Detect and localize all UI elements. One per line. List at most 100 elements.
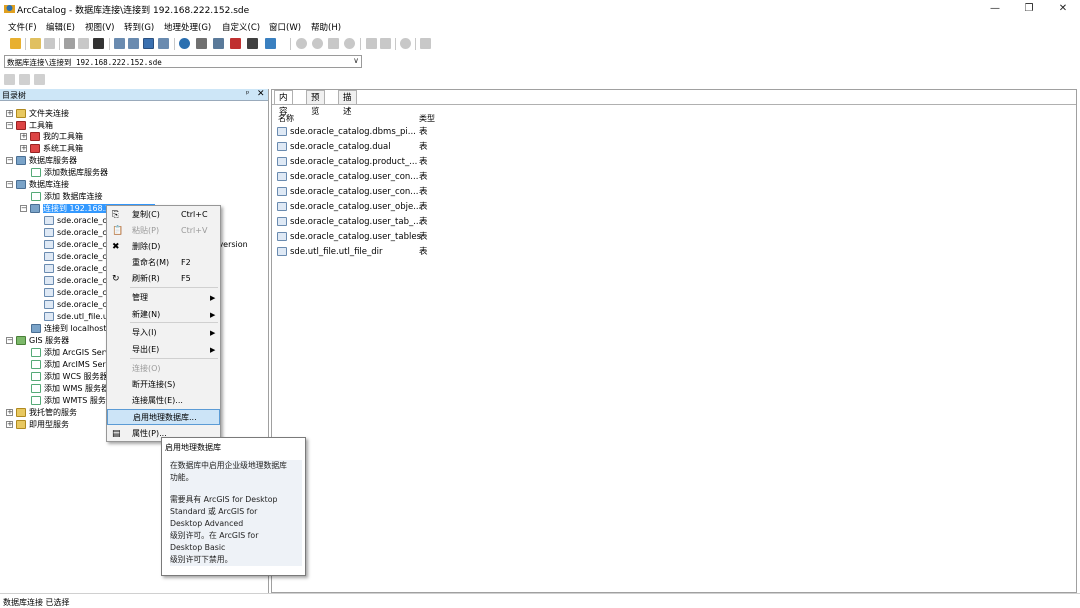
list-item[interactable]: sde.oracle_catalog.user_tab_...: [277, 215, 421, 229]
context-menu-item[interactable]: 导出(E) ▶: [107, 342, 220, 358]
context-menu-item[interactable]: 新建(N) ▶: [107, 307, 220, 323]
context-menu-item[interactable]: 重命名(M) F2: [107, 255, 220, 271]
tab-contents[interactable]: 内容: [274, 90, 293, 117]
expand-icon[interactable]: +: [20, 133, 27, 140]
list-item[interactable]: sde.oracle_catalog.user_con...: [277, 170, 418, 184]
window-title: ArcCatalog - 数据库连接\连接到 192.168.222.152.s…: [17, 6, 250, 16]
python-window-icon[interactable]: [247, 38, 258, 49]
list-item[interactable]: sde.oracle_catalog.user_obje...: [277, 200, 421, 214]
tree-item[interactable]: + 我托管的服务: [6, 407, 77, 419]
menu-customize[interactable]: 自定义(C): [222, 21, 260, 33]
menu-view[interactable]: 视图(V): [85, 21, 114, 33]
minimize-button[interactable]: —: [978, 0, 1012, 17]
context-menu-item[interactable]: 连接(O): [107, 361, 220, 377]
context-menu-label: 连接属性(E)...: [132, 396, 183, 405]
list-item[interactable]: sde.oracle_catalog.dual: [277, 140, 391, 154]
tree-item[interactable]: 添加数据库服务器: [31, 167, 108, 179]
tree-item[interactable]: 添加 ArcGIS Server: [31, 347, 118, 359]
model-builder-icon[interactable]: [265, 38, 276, 49]
collapse-icon[interactable]: −: [6, 122, 13, 129]
close-icon[interactable]: ✕: [257, 89, 265, 99]
expand-icon[interactable]: +: [6, 409, 13, 416]
pin-icon[interactable]: ᵖ: [246, 89, 249, 98]
create-thumbnail-icon[interactable]: [420, 38, 431, 49]
arctoolbox-icon[interactable]: [230, 38, 241, 49]
context-menu-item[interactable]: ↻ 刷新(R) F5: [107, 271, 220, 287]
zoom-out-icon[interactable]: [312, 38, 323, 49]
collapse-icon[interactable]: −: [6, 337, 13, 344]
chevron-down-icon[interactable]: ∨: [353, 56, 359, 65]
context-menu-item[interactable]: 断开连接(S): [107, 377, 220, 393]
tree-item[interactable]: 添加 WMS 服务器: [31, 383, 109, 395]
list-item[interactable]: sde.oracle_catalog.dbms_pi...: [277, 125, 416, 139]
edit-metadata-icon[interactable]: [19, 74, 30, 85]
tooltip-line: 在数据库中启用企业级地理数据库: [170, 461, 287, 470]
restore-button[interactable]: ❐: [1012, 0, 1046, 17]
tree-item[interactable]: + 系统工具箱: [20, 143, 83, 155]
list-item[interactable]: sde.oracle_catalog.user_con...: [277, 185, 418, 199]
tab-preview[interactable]: 预览: [306, 90, 325, 117]
tree-item[interactable]: − GIS 服务器: [6, 335, 69, 347]
collapse-icon[interactable]: −: [6, 181, 13, 188]
delete-icon[interactable]: [93, 38, 104, 49]
tree-item[interactable]: 添加 WCS 服务器: [31, 371, 108, 383]
full-extent-icon[interactable]: [344, 38, 355, 49]
context-menu-item[interactable]: ✖ 删除(D): [107, 239, 220, 255]
context-menu-item[interactable]: 📋 粘贴(P) Ctrl+V: [107, 223, 220, 239]
copy-icon[interactable]: [64, 38, 75, 49]
tree-item[interactable]: + 文件夹连接: [6, 108, 69, 120]
tree-item[interactable]: − 数据库连接: [6, 179, 69, 191]
menu-file[interactable]: 文件(F): [8, 21, 37, 33]
context-menu-item[interactable]: ⎘ 复制(C) Ctrl+C: [107, 207, 220, 223]
ready-to-use-services-icon: [16, 420, 26, 429]
collapse-icon[interactable]: −: [6, 157, 13, 164]
list-item[interactable]: sde.utl_file.utl_file_dir: [277, 245, 383, 259]
tree-item[interactable]: + 我的工具箱: [20, 131, 83, 143]
launch-arcmap-icon[interactable]: [196, 38, 207, 49]
tree-item[interactable]: + 即用型服务: [6, 419, 69, 431]
menu-edit[interactable]: 编辑(E): [46, 21, 75, 33]
paste-icon[interactable]: [78, 38, 89, 49]
column-header-name[interactable]: 名称: [278, 113, 294, 124]
metadata-icon[interactable]: [4, 74, 15, 85]
identify-icon[interactable]: [400, 38, 411, 49]
up-level-icon[interactable]: [10, 38, 21, 49]
column-header-type[interactable]: 类型: [419, 113, 435, 124]
menu-goto[interactable]: 转到(G): [124, 21, 154, 33]
collapse-icon[interactable]: −: [20, 205, 27, 212]
zoom-in-icon[interactable]: [296, 38, 307, 49]
context-menu-item[interactable]: 启用地理数据库...: [107, 409, 220, 425]
forward-icon[interactable]: [380, 38, 391, 49]
expand-icon[interactable]: +: [6, 110, 13, 117]
large-icons-icon[interactable]: [114, 38, 125, 49]
menu-help[interactable]: 帮助(H): [311, 21, 341, 33]
expand-icon[interactable]: +: [6, 421, 13, 428]
shortcut-label: F2: [181, 258, 191, 267]
pan-icon[interactable]: [328, 38, 339, 49]
location-field[interactable]: 数据库连接\连接到 192.168.222.152.sde ∨: [4, 55, 362, 68]
list-item[interactable]: sde.oracle_catalog.product_...: [277, 155, 417, 169]
tree-item[interactable]: 添加 WMTS 服务器: [31, 395, 114, 407]
expand-icon[interactable]: +: [20, 145, 27, 152]
disconnect-folder-icon[interactable]: [44, 38, 55, 49]
back-icon[interactable]: [366, 38, 377, 49]
tab-description[interactable]: 描述: [338, 90, 357, 117]
add-gis-server-icon: [31, 348, 41, 357]
search-icon[interactable]: [179, 38, 190, 49]
list-item[interactable]: sde.oracle_catalog.user_tables: [277, 230, 421, 244]
tree-item[interactable]: 添加 数据库连接: [31, 191, 103, 203]
context-menu-item[interactable]: 导入(I) ▶: [107, 325, 220, 341]
details-icon[interactable]: [143, 38, 154, 49]
context-menu-item[interactable]: 连接属性(E)...: [107, 393, 220, 409]
shortcut-label: F5: [181, 274, 191, 283]
menu-geoprocessing[interactable]: 地理处理(G): [164, 21, 211, 33]
catalog-window-icon[interactable]: [213, 38, 224, 49]
connect-folder-icon[interactable]: [30, 38, 41, 49]
list-icon[interactable]: [128, 38, 139, 49]
tree-item[interactable]: − 数据库服务器: [6, 155, 77, 167]
menu-window[interactable]: 窗口(W): [269, 21, 301, 33]
thumbnails-icon[interactable]: [158, 38, 169, 49]
context-menu-item[interactable]: 管理 ▶: [107, 290, 220, 306]
print-icon[interactable]: [34, 74, 45, 85]
close-button[interactable]: ✕: [1046, 0, 1080, 17]
